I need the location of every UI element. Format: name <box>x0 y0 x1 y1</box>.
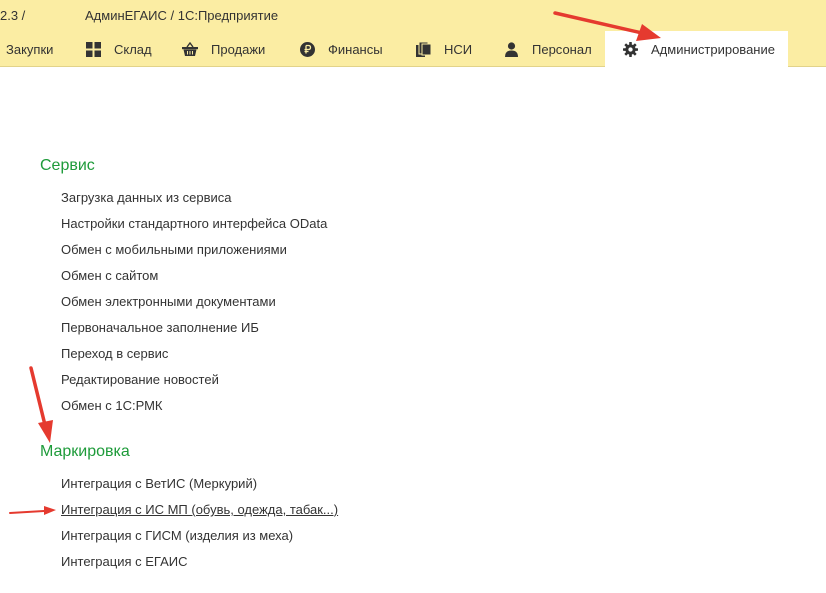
tab-personnel[interactable]: Персонал <box>503 31 592 67</box>
link-egais-integration[interactable]: Интеграция с ЕГАИС <box>61 554 187 569</box>
tab-label: Персонал <box>532 41 592 57</box>
link-vetis-integration[interactable]: Интеграция с ВетИС (Меркурий) <box>61 476 257 491</box>
ruble-coin-icon <box>299 41 315 57</box>
page: 2.3 / АдминЕГАИС / 1С:Предприятие Закупк… <box>0 0 826 593</box>
tab-sales[interactable]: Продажи <box>182 31 265 67</box>
section-title-service: Сервис <box>40 157 95 174</box>
gear-icon <box>622 42 638 58</box>
link-website-exchange[interactable]: Обмен с сайтом <box>61 268 158 283</box>
tab-administration[interactable]: Администрирование <box>605 31 788 68</box>
grid-icon <box>85 41 101 57</box>
section-title-marking: Маркировка <box>40 443 130 460</box>
tab-label: Продажи <box>211 41 266 57</box>
tab-label: Администрирование <box>651 42 775 57</box>
link-service-data-load[interactable]: Загрузка данных из сервиса <box>61 190 232 205</box>
link-news-editing[interactable]: Редактирование новостей <box>61 372 219 387</box>
person-icon <box>503 41 519 57</box>
sections-menu: Закупки Склад Продажи Финансы НСИ Персон… <box>0 31 826 68</box>
tab-label: Закупки <box>6 41 54 57</box>
link-rmk-exchange[interactable]: Обмен с 1С:РМК <box>61 398 163 413</box>
link-mobile-apps-exchange[interactable]: Обмен с мобильными приложениями <box>61 242 287 257</box>
arrow-to-marking <box>29 366 53 443</box>
app-title: АдминЕГАИС / 1С:Предприятие <box>85 8 279 23</box>
link-edi-exchange[interactable]: Обмен электронными документами <box>61 294 276 309</box>
link-is-mp-integration[interactable]: Интеграция с ИС МП (обувь, одежда, табак… <box>61 502 338 517</box>
arrow-to-is-mp <box>9 506 56 515</box>
tab-label: Финансы <box>328 41 383 57</box>
version-label: 2.3 / <box>0 8 26 23</box>
link-gism-integration[interactable]: Интеграция с ГИСМ (изделия из меха) <box>61 528 293 543</box>
tab-purchases[interactable]: Закупки <box>6 31 53 67</box>
documents-icon <box>415 41 431 57</box>
tab-reference-data[interactable]: НСИ <box>415 31 472 67</box>
tab-finance[interactable]: Финансы <box>299 31 383 67</box>
tab-label: Склад <box>114 41 152 57</box>
basket-icon <box>182 41 198 57</box>
link-odata-settings[interactable]: Настройки стандартного интерфейса OData <box>61 216 327 231</box>
link-initial-fill[interactable]: Первоначальное заполнение ИБ <box>61 320 259 335</box>
link-move-to-service[interactable]: Переход в сервис <box>61 346 168 361</box>
tab-label: НСИ <box>444 41 473 57</box>
title-bar: 2.3 / АдминЕГАИС / 1С:Предприятие <box>0 0 826 31</box>
tab-warehouse[interactable]: Склад <box>85 31 152 67</box>
